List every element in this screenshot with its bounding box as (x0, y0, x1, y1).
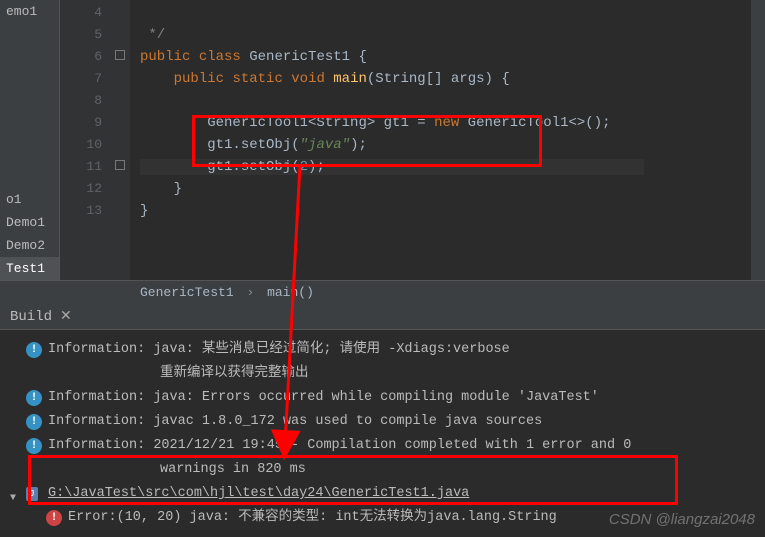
breadcrumb-item[interactable]: main() (267, 285, 314, 300)
build-message[interactable]: Information: 2021/12/21 19:45 - Compilat… (48, 435, 755, 457)
sidebar-tab[interactable]: Demo1 (0, 211, 59, 234)
watermark: CSDN @liangzai2048 (609, 511, 755, 528)
info-icon: ! (26, 438, 42, 454)
sidebar-tab-active[interactable]: Test1 (0, 257, 59, 280)
editor-scrollbar[interactable] (751, 0, 765, 280)
build-message[interactable]: Information: java: 某些消息已经过简化; 请使用 -Xdiag… (48, 339, 755, 361)
sidebar-tab[interactable]: Demo2 (0, 234, 59, 257)
build-title: Build (10, 309, 52, 325)
breadcrumb[interactable]: GenericTest1 › main() (0, 280, 765, 304)
build-tool-window: Build ✕ ! Information: java: 某些消息已经过简化; … (0, 304, 765, 537)
line-number-gutter: 4 5 6 7 8 9 10 11 12 13 (60, 0, 110, 280)
tree-toggle-icon[interactable] (10, 487, 22, 501)
fold-marker-icon[interactable] (115, 160, 125, 170)
build-panel-header[interactable]: Build ✕ (0, 304, 765, 330)
build-message: warnings in 820 ms (10, 459, 755, 481)
sidebar-tab[interactable]: o1 (0, 188, 59, 211)
build-messages[interactable]: ! Information: java: 某些消息已经过简化; 请使用 -Xdi… (0, 330, 765, 537)
file-tabs-sidebar[interactable]: emo1 o1 Demo1 Demo2 Test1 (0, 0, 60, 280)
info-icon: ! (26, 390, 42, 406)
info-icon: ! (26, 414, 42, 430)
error-icon: ! (46, 510, 62, 526)
build-message[interactable]: Information: javac 1.8.0_172 was used to… (48, 411, 755, 433)
code-editor[interactable]: */ public class GenericTest1 { public st… (130, 0, 765, 280)
sidebar-tab[interactable]: emo1 (0, 0, 59, 23)
breadcrumb-item[interactable]: GenericTest1 (140, 285, 234, 300)
close-icon[interactable]: ✕ (60, 308, 72, 325)
fold-gutter[interactable] (110, 0, 130, 280)
chevron-right-icon: › (246, 285, 254, 300)
info-icon: ! (26, 342, 42, 358)
build-message[interactable]: Information: java: Errors occurred while… (48, 387, 755, 409)
fold-marker-icon[interactable] (115, 50, 125, 60)
build-message: 重新编译以获得完整输出 (10, 363, 755, 385)
file-path-link[interactable]: G:\JavaTest\src\com\hjl\test\day24\Gener… (48, 483, 755, 505)
java-file-icon: J (26, 487, 38, 501)
